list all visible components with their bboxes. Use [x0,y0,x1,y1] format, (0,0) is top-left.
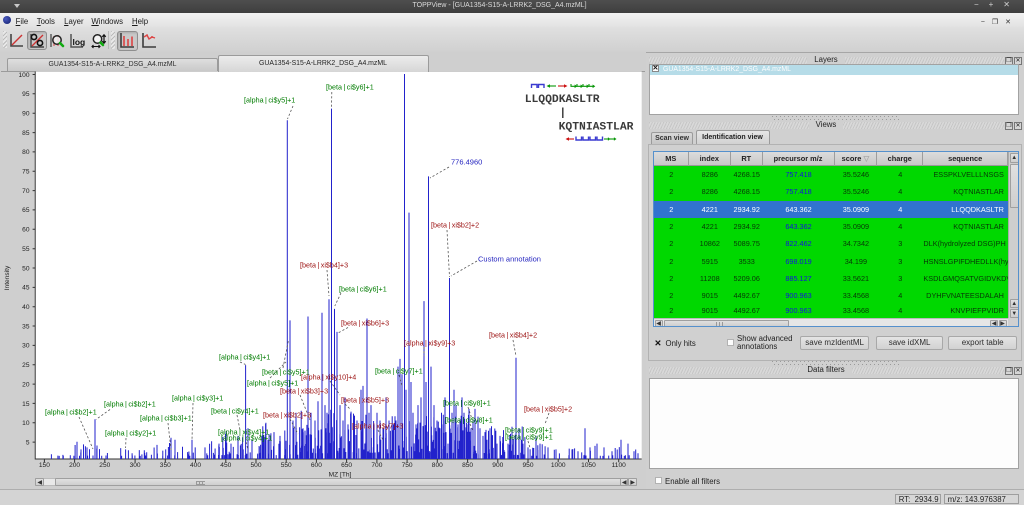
svg-text:[beta | ci$y9]+1: [beta | ci$y9]+1 [505,432,553,441]
svg-text:[alpha | ci$b3]+1: [alpha | ci$b3]+1 [140,413,192,422]
svg-text:35: 35 [22,323,30,330]
svg-text:[alpha | ci$b2]+1: [alpha | ci$b2]+1 [104,399,156,408]
svg-text:KQTNIASTLAR: KQTNIASTLAR [559,122,634,134]
svg-text:LLQQDKASLTR: LLQQDKASLTR [525,94,600,106]
svg-text:100: 100 [18,72,29,79]
svg-text:500: 500 [250,462,261,469]
svg-text:10: 10 [22,420,30,427]
svg-text:400: 400 [190,462,201,469]
svg-text:[alpha | xi$y7]+3: [alpha | xi$y7]+3 [352,421,403,430]
svg-text:log: log [73,37,86,47]
svg-text:1000: 1000 [551,462,566,469]
svg-text:[beta | ci$y6]+1: [beta | ci$y6]+1 [326,82,374,91]
svg-text:55: 55 [22,246,30,253]
svg-text:550: 550 [281,462,292,469]
svg-text:[alpha | ci$b2]+1: [alpha | ci$b2]+1 [45,407,97,416]
svg-text:[alpha | ci$y3]+1: [alpha | ci$y3]+1 [172,393,223,402]
svg-text:[beta | ci$y8]+1: [beta | ci$y8]+1 [443,398,491,407]
svg-text:[beta | xi$b5]+2: [beta | xi$b5]+2 [524,404,572,413]
svg-text:[beta | ci$y4]+1: [beta | ci$y4]+1 [211,406,259,415]
svg-text:[beta | xi$b4]+2: [beta | xi$b4]+2 [489,330,537,339]
svg-text:[beta | ci$y6]+1: [beta | ci$y6]+1 [339,284,387,293]
svg-text:900: 900 [492,462,503,469]
svg-text:85: 85 [22,130,30,137]
svg-text:5: 5 [26,439,30,446]
svg-text:90: 90 [22,111,30,118]
svg-text:60: 60 [22,227,30,234]
svg-text:[beta | xi$b2]+2: [beta | xi$b2]+2 [431,220,479,229]
svg-text:[alpha | xi$y9]+3: [alpha | xi$y9]+3 [404,338,455,347]
svg-text:30: 30 [22,343,30,350]
svg-text:150: 150 [39,462,50,469]
svg-text:700: 700 [371,462,382,469]
svg-text:[beta | xi$b4]+3: [beta | xi$b4]+3 [300,260,348,269]
svg-text:80: 80 [22,149,30,156]
svg-text:50: 50 [22,265,30,272]
svg-text:600: 600 [311,462,322,469]
svg-text:[alpha | ci$y5]+1: [alpha | ci$y5]+1 [244,95,295,104]
svg-text:75: 75 [22,169,30,176]
svg-text:350: 350 [160,462,171,469]
svg-text:65: 65 [22,207,30,214]
svg-text:850: 850 [462,462,473,469]
svg-text:40: 40 [22,304,30,311]
svg-text:Custom annotation: Custom annotation [478,254,541,263]
svg-text:45: 45 [22,285,30,292]
svg-text:750: 750 [402,462,413,469]
svg-text:450: 450 [220,462,231,469]
svg-text:[alpha | ci$y4]+1: [alpha | ci$y4]+1 [219,352,270,361]
svg-text:800: 800 [432,462,443,469]
svg-text:[alpha | xi$y10]+4: [alpha | xi$y10]+4 [301,372,356,381]
svg-text:[beta | xi$b6]+3: [beta | xi$b6]+3 [341,318,389,327]
svg-text:776.4960: 776.4960 [451,157,482,166]
svg-text:200: 200 [69,462,80,469]
svg-text:300: 300 [130,462,141,469]
svg-text:15: 15 [22,401,30,408]
svg-text:[alpha | ci$y4]+1: [alpha | ci$y4]+1 [221,433,272,442]
svg-text:1050: 1050 [581,462,596,469]
svg-text:Intensity: Intensity [4,265,11,290]
svg-text:20: 20 [22,381,30,388]
svg-text:650: 650 [341,462,352,469]
svg-text:950: 950 [522,462,533,469]
svg-text:70: 70 [22,188,30,195]
svg-text:[alpha | ci$y2]+1: [alpha | ci$y2]+1 [105,428,156,437]
svg-text:[beta | xi$b2]+3: [beta | xi$b2]+3 [263,410,311,419]
svg-text:250: 250 [99,462,110,469]
svg-text:[beta | ci$y7]+1: [beta | ci$y7]+1 [375,366,423,375]
svg-text:1100: 1100 [612,462,627,469]
svg-text:[beta | xi$b5]+3: [beta | xi$b5]+3 [341,395,389,404]
svg-text:|: | [559,107,566,119]
svg-text:[beta | xi$b3]+3: [beta | xi$b3]+3 [280,386,328,395]
svg-text:[beta | ci$y8]+1: [beta | ci$y8]+1 [445,415,493,424]
svg-text:25: 25 [22,362,30,369]
svg-text:95: 95 [22,91,30,98]
